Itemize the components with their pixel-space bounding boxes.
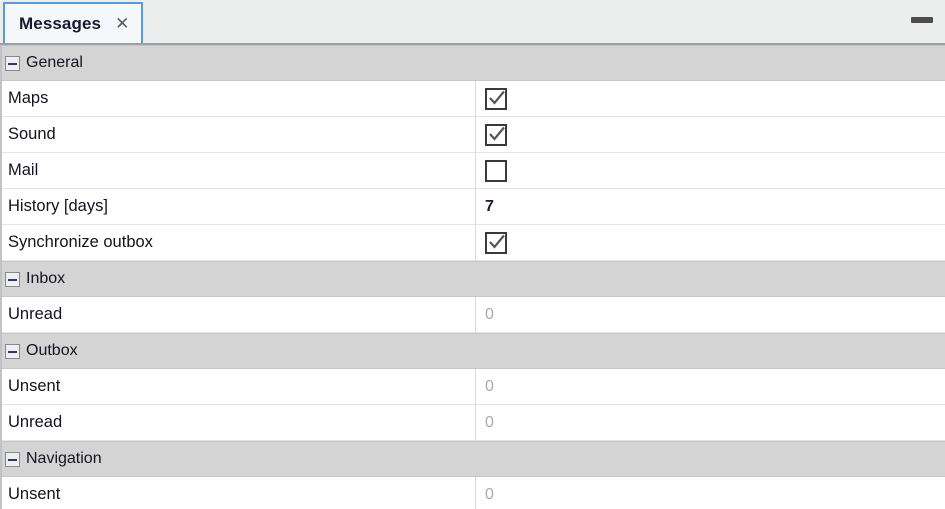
group-header-cell: General: [2, 46, 476, 80]
group-header-label: Outbox: [26, 342, 78, 359]
setting-value-cell: 7: [476, 189, 945, 224]
group-header-cell: Inbox: [2, 262, 476, 296]
setting-label-cell: Synchronize outbox: [2, 225, 476, 260]
table-row[interactable]: Unread 0: [2, 297, 945, 333]
setting-value[interactable]: 0: [485, 378, 494, 396]
group-header-row[interactable]: Inbox: [2, 261, 945, 297]
minimize-icon[interactable]: [911, 17, 933, 23]
checkbox-checked[interactable]: [485, 123, 507, 146]
setting-label-cell: Unread: [2, 405, 476, 440]
setting-value[interactable]: 0: [485, 486, 494, 504]
group-header-label: Navigation: [26, 450, 102, 467]
setting-label: Unread: [8, 413, 63, 431]
tab-bar: Messages ✕: [0, 0, 945, 45]
messages-settings-window: Messages ✕ General Maps Sound Mail History […: [0, 0, 945, 509]
setting-value-cell: [476, 153, 945, 188]
setting-value[interactable]: 7: [485, 198, 494, 216]
group-header-cell: Navigation: [2, 442, 476, 476]
collapse-minus-icon[interactable]: [5, 451, 20, 467]
setting-label-cell: Unread: [2, 297, 476, 332]
table-row[interactable]: Unsent 0: [2, 369, 945, 405]
checkbox-checked[interactable]: [485, 231, 507, 254]
group-header-value-cell: [476, 442, 945, 476]
collapse-minus-icon[interactable]: [5, 343, 20, 359]
setting-label: History [days]: [8, 197, 108, 215]
setting-label-cell: History [days]: [2, 189, 476, 224]
setting-value-cell: [476, 225, 945, 260]
setting-value-cell: 0: [476, 477, 945, 509]
setting-value-cell: 0: [476, 369, 945, 404]
setting-label-cell: Mail: [2, 153, 476, 188]
setting-value-cell: 0: [476, 405, 945, 440]
setting-label: Maps: [8, 89, 49, 107]
group-header-row[interactable]: Navigation: [2, 441, 945, 477]
setting-value[interactable]: 0: [485, 414, 494, 432]
group-header-cell: Outbox: [2, 334, 476, 368]
setting-label: Mail: [8, 161, 39, 179]
table-row[interactable]: History [days] 7: [2, 189, 945, 225]
setting-value-cell: 0: [476, 297, 945, 332]
group-header-label: General: [26, 54, 83, 71]
table-row[interactable]: Unread 0: [2, 405, 945, 441]
setting-label: Synchronize outbox: [8, 233, 153, 251]
checkbox-checked[interactable]: [485, 87, 507, 110]
close-icon[interactable]: ✕: [115, 15, 129, 32]
tab-messages-label: Messages: [19, 13, 102, 33]
settings-grid: General Maps Sound Mail History [days] 7 Synch…: [0, 45, 945, 509]
group-header-value-cell: [476, 262, 945, 296]
group-header-label: Inbox: [26, 270, 66, 287]
setting-label-cell: Unsent: [2, 369, 476, 404]
group-header-row[interactable]: Outbox: [2, 333, 945, 369]
table-row[interactable]: Maps: [2, 81, 945, 117]
group-header-value-cell: [476, 334, 945, 368]
tab-messages[interactable]: Messages ✕: [3, 2, 144, 43]
group-header-value-cell: [476, 46, 945, 80]
setting-label-cell: Unsent: [2, 477, 476, 509]
setting-label-cell: Sound: [2, 117, 476, 152]
setting-value[interactable]: 0: [485, 306, 494, 324]
setting-label: Unread: [8, 305, 63, 323]
setting-value-cell: [476, 81, 945, 116]
setting-label: Sound: [8, 125, 56, 143]
table-row[interactable]: Unsent 0: [2, 477, 945, 509]
tab-bar-empty-area: [143, 0, 945, 43]
setting-label: Unsent: [8, 377, 61, 395]
group-header-row[interactable]: General: [2, 45, 945, 81]
table-row[interactable]: Mail: [2, 153, 945, 189]
setting-value-cell: [476, 117, 945, 152]
setting-label-cell: Maps: [2, 81, 476, 116]
table-row[interactable]: Sound: [2, 117, 945, 153]
checkbox-unchecked[interactable]: [485, 159, 507, 182]
table-row[interactable]: Synchronize outbox: [2, 225, 945, 261]
setting-label: Unsent: [8, 485, 61, 503]
collapse-minus-icon[interactable]: [5, 271, 20, 287]
collapse-minus-icon[interactable]: [5, 55, 20, 71]
